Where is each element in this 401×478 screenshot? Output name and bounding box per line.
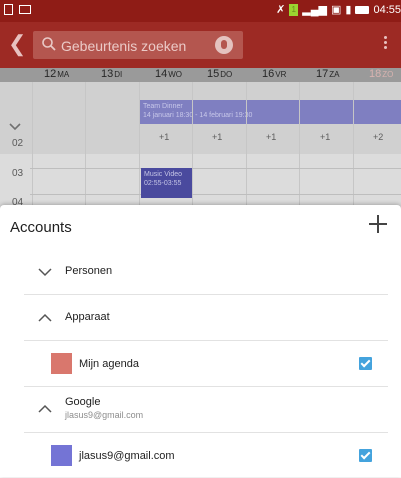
event-title: Team Dinner: [143, 103, 183, 110]
account-group-label: Apparaat: [65, 311, 110, 323]
day-label[interactable]: 12MA: [44, 68, 69, 82]
event-time: 02:55-03:55: [144, 180, 182, 187]
sheet-title: Accounts: [10, 219, 72, 236]
account-group-label: Personen: [65, 265, 113, 277]
event-title: Music Video: [144, 171, 183, 178]
calendar-item-google[interactable]: jlasus9@gmail.com: [24, 432, 388, 478]
chevron-down-icon[interactable]: [38, 265, 52, 279]
chevron-down-icon[interactable]: [9, 118, 21, 134]
calendar-item-mijn-agenda[interactable]: Mijn agenda: [24, 340, 388, 387]
sim-signal-icon: ▮: [345, 4, 352, 16]
back-icon[interactable]: ❮: [8, 32, 26, 56]
search-icon: [41, 36, 57, 57]
overflow-menu-icon[interactable]: [384, 36, 387, 51]
calendar-color-swatch: [51, 353, 72, 374]
calendar-visibility-checkbox[interactable]: [359, 357, 372, 370]
add-account-icon[interactable]: [369, 215, 387, 233]
calendar-item-label: jlasus9@gmail.com: [79, 450, 175, 462]
all-day-event[interactable]: Team Dinner 14 januari 18:30 - 14 februa…: [140, 100, 401, 124]
timed-event[interactable]: Music Video 02:55-03:55: [141, 168, 192, 198]
more-events-count[interactable]: +1: [159, 132, 169, 142]
account-group-google[interactable]: Google jlasus9@gmail.com: [24, 386, 388, 433]
status-time: 04:55: [373, 3, 401, 16]
calendar-color-swatch: [51, 445, 72, 466]
account-group-label: Google: [65, 396, 101, 408]
calendar-item-label: Mijn agenda: [79, 358, 139, 370]
hour-label: 03: [12, 168, 24, 179]
search-box[interactable]: [33, 31, 243, 59]
day-label[interactable]: 18ZO: [369, 68, 393, 82]
image-icon: [4, 4, 13, 15]
all-day-area: Team Dinner 14 januari 18:30 - 14 februa…: [0, 82, 401, 154]
battery-icon: [355, 5, 370, 14]
search-input[interactable]: [59, 34, 213, 58]
more-events-count[interactable]: +2: [373, 132, 383, 142]
hour-label: 02: [12, 138, 24, 149]
day-header: 12MA 13DI 14WO 15DO 16VR 17ZA 18ZO: [0, 68, 401, 82]
mic-icon[interactable]: [215, 36, 233, 54]
day-label[interactable]: 16VR: [262, 68, 286, 82]
accounts-sheet: Accounts Personen Apparaat Mijn agenda G…: [0, 205, 401, 477]
screen-icon: [19, 5, 31, 14]
day-label[interactable]: 15DO: [207, 68, 232, 82]
toolbar: ❮: [0, 22, 401, 68]
day-label[interactable]: 14WO: [155, 68, 182, 82]
account-group-apparaat[interactable]: Apparaat: [24, 294, 388, 341]
more-events-count[interactable]: +1: [212, 132, 222, 142]
account-group-personen[interactable]: Personen: [24, 249, 388, 294]
more-events-count[interactable]: +1: [266, 132, 276, 142]
sim1-icon: 1: [289, 3, 299, 16]
status-bar: ✗ 1 ▂▄▆ ▣ ▮ 04:55: [0, 0, 401, 22]
more-events-count[interactable]: +1: [320, 132, 330, 142]
account-email: jlasus9@gmail.com: [65, 410, 144, 420]
calendar-visibility-checkbox[interactable]: [359, 449, 372, 462]
sim2-icon: ▣: [331, 4, 342, 16]
chevron-up-icon[interactable]: [38, 402, 52, 416]
event-time: 14 januari 18:30 - 14 februari 19:30: [143, 112, 253, 119]
signal-icon: ▂▄▆: [302, 4, 327, 16]
day-label[interactable]: 17ZA: [316, 68, 339, 82]
chevron-up-icon[interactable]: [38, 311, 52, 325]
day-label[interactable]: 13DI: [101, 68, 122, 82]
no-signal-icon: ✗: [276, 4, 286, 16]
